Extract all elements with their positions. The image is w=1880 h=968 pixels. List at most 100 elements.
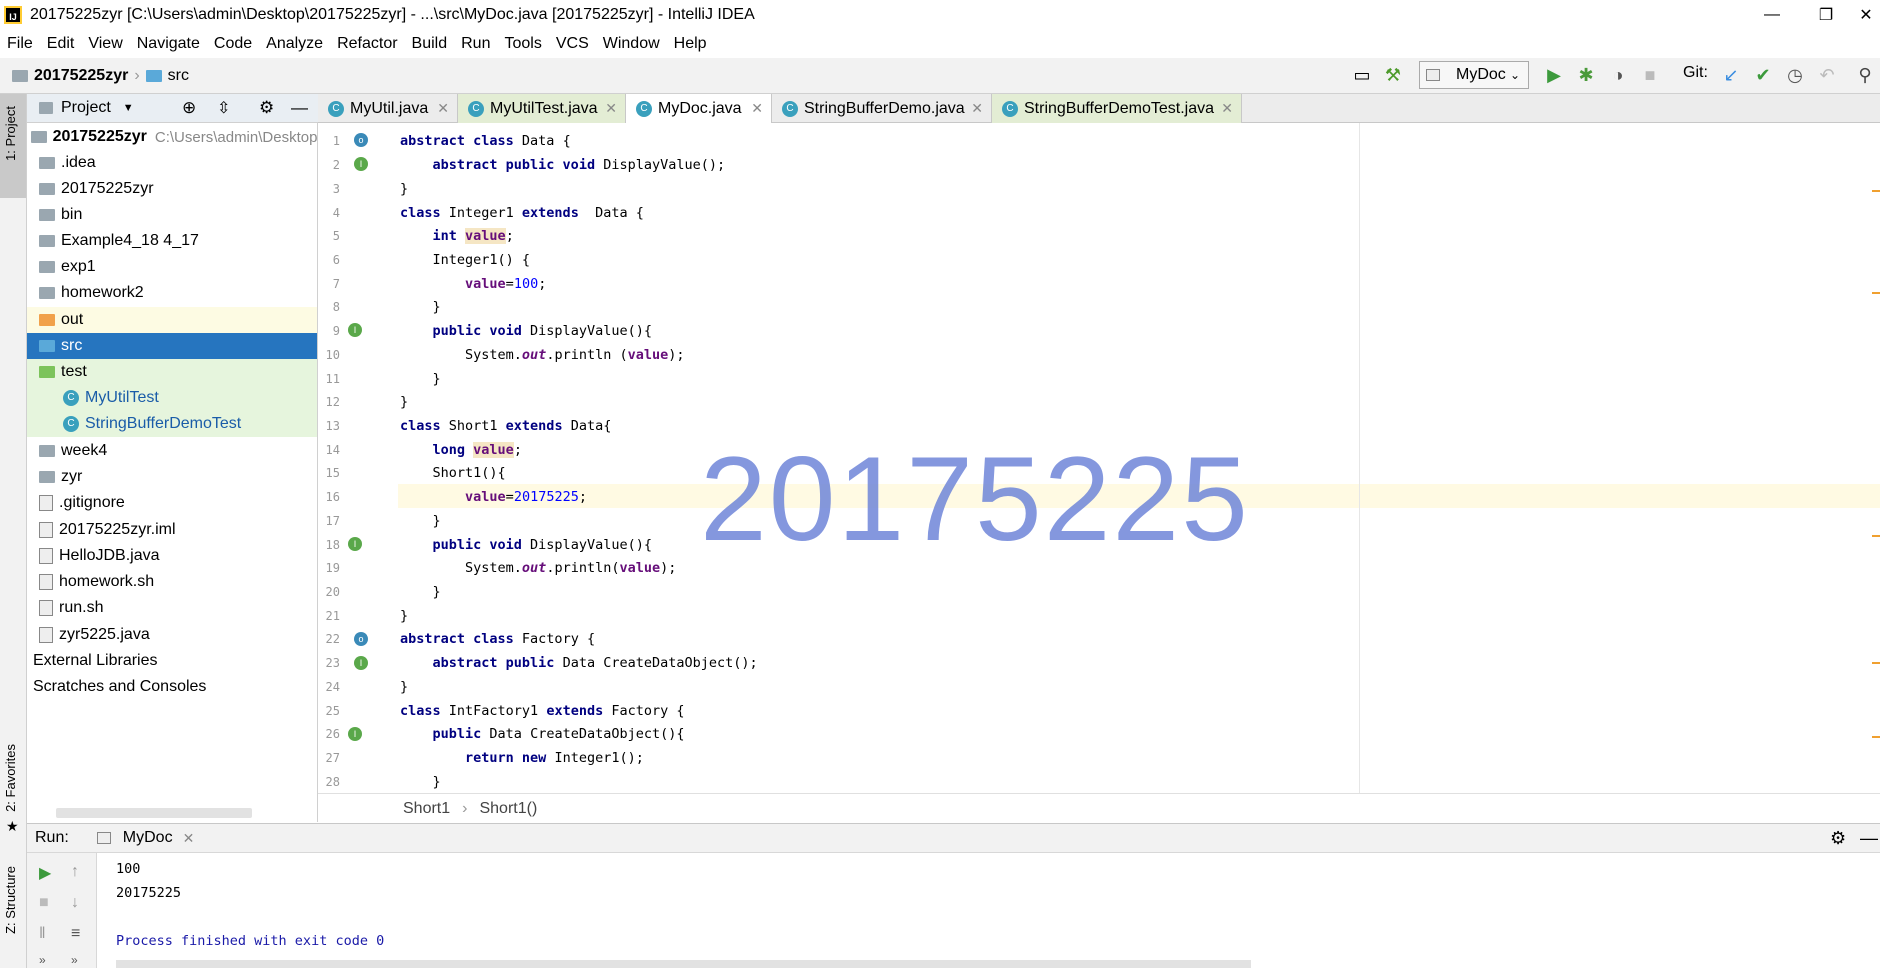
- tree-item-idea[interactable]: .idea: [27, 150, 317, 176]
- nav-folder[interactable]: src: [168, 67, 189, 85]
- tree-item-homework2[interactable]: homework2: [27, 280, 317, 306]
- tree-item-src[interactable]: src: [27, 333, 317, 359]
- rerun-icon[interactable]: ▶: [39, 863, 51, 883]
- git-commit-icon[interactable]: ✔: [1751, 63, 1775, 87]
- close-icon[interactable]: ✕: [751, 100, 763, 117]
- tree-item-zyr[interactable]: zyr: [27, 464, 317, 490]
- close-icon[interactable]: ✕: [437, 100, 449, 117]
- error-stripe-mark[interactable]: [1872, 292, 1880, 294]
- run-config-tab[interactable]: MyDoc: [123, 829, 173, 847]
- locate-icon[interactable]: ⊕: [182, 98, 196, 118]
- git-history-icon[interactable]: ◷: [1783, 63, 1807, 87]
- coverage-icon[interactable]: ◑: [1606, 63, 1630, 87]
- collapse-icon[interactable]: ⇳: [217, 98, 230, 118]
- project-panel-title[interactable]: Project: [61, 99, 111, 117]
- debug-icon[interactable]: ✱: [1574, 63, 1598, 87]
- run-config-select[interactable]: MyDoc ⌄: [1419, 61, 1529, 89]
- stop-icon[interactable]: ■: [39, 894, 49, 912]
- menu-code[interactable]: Code: [207, 35, 259, 53]
- menu-file[interactable]: File: [0, 35, 40, 53]
- minimize-button[interactable]: —: [1746, 0, 1798, 30]
- close-icon[interactable]: ✕: [605, 100, 617, 117]
- error-stripe-mark[interactable]: [1872, 736, 1880, 738]
- pause-icon[interactable]: ‖: [39, 925, 46, 943]
- tab-mydoc[interactable]: C MyDoc.java ✕: [626, 94, 772, 123]
- tree-item-stringbufferdemotest[interactable]: C StringBufferDemoTest: [27, 411, 317, 437]
- menu-build[interactable]: Build: [405, 35, 455, 53]
- menu-view[interactable]: View: [81, 35, 129, 53]
- error-stripe-mark[interactable]: [1872, 535, 1880, 537]
- tree-item-gitignore[interactable]: .gitignore: [27, 490, 317, 516]
- close-icon[interactable]: ✕: [1221, 100, 1233, 117]
- tree-item-example[interactable]: Example4_18 4_17: [27, 228, 317, 254]
- wrap-icon[interactable]: ≡: [71, 925, 80, 943]
- menu-refactor[interactable]: Refactor: [330, 35, 404, 53]
- error-stripe-mark[interactable]: [1872, 190, 1880, 192]
- tab-myutiltest[interactable]: C MyUtilTest.java ✕: [458, 94, 626, 123]
- tree-item-myutiltest[interactable]: C MyUtilTest: [27, 385, 317, 411]
- line-number: 1: [332, 134, 340, 148]
- tree-item-scratches[interactable]: Scratches and Consoles: [27, 674, 317, 700]
- tab-stringbufferdemo[interactable]: C StringBufferDemo.java ✕: [772, 94, 992, 123]
- strip-favorites-label[interactable]: 2: Favorites: [3, 744, 18, 812]
- menu-tools[interactable]: Tools: [497, 35, 548, 53]
- menu-window[interactable]: Window: [596, 35, 667, 53]
- tree-item-bin[interactable]: bin: [27, 202, 317, 228]
- tree-item-week4[interactable]: week4: [27, 438, 317, 464]
- override-icon[interactable]: I: [348, 727, 362, 741]
- gear-icon[interactable]: ⚙: [259, 98, 274, 118]
- error-stripe-mark[interactable]: [1872, 662, 1880, 664]
- menu-vcs[interactable]: VCS: [549, 35, 596, 53]
- more-icon[interactable]: »: [71, 953, 78, 967]
- restore-button[interactable]: ❐: [1800, 0, 1852, 30]
- layout-icon[interactable]: ▭: [1350, 63, 1374, 87]
- gear-icon[interactable]: ⚙: [1830, 828, 1846, 849]
- menu-help[interactable]: Help: [667, 35, 714, 53]
- tree-item-external-libraries[interactable]: External Libraries: [27, 648, 317, 674]
- strip-structure-label[interactable]: Z: Structure: [3, 866, 18, 934]
- hide-icon[interactable]: —: [291, 98, 308, 118]
- search-icon[interactable]: ⚲: [1853, 63, 1877, 87]
- close-window-button[interactable]: ✕: [1852, 0, 1880, 30]
- close-icon[interactable]: ✕: [183, 830, 195, 847]
- breadcrumb-class[interactable]: Short1: [403, 800, 450, 818]
- tab-stringbufferdemotest[interactable]: C StringBufferDemoTest.java ✕: [992, 94, 1242, 123]
- git-revert-icon[interactable]: ↶: [1815, 63, 1839, 87]
- hide-icon[interactable]: —: [1860, 828, 1878, 849]
- arrow-up-icon[interactable]: ↑: [71, 863, 79, 881]
- tree-item-iml[interactable]: 20175225zyr.iml: [27, 517, 317, 543]
- implemented-icon[interactable]: o: [354, 632, 368, 646]
- menu-analyze[interactable]: Analyze: [259, 35, 330, 53]
- project-scrollbar[interactable]: [56, 808, 252, 818]
- chevron-down-icon[interactable]: ▼: [123, 102, 134, 114]
- implemented-icon[interactable]: I: [354, 656, 368, 670]
- more-icon[interactable]: »: [39, 953, 46, 967]
- override-icon[interactable]: I: [348, 537, 362, 551]
- stop-icon[interactable]: ■: [1638, 63, 1662, 87]
- git-update-icon[interactable]: ↙: [1719, 63, 1743, 87]
- tree-item-20175225zyr[interactable]: 20175225zyr: [27, 176, 317, 202]
- implemented-icon[interactable]: I: [354, 157, 368, 171]
- breadcrumb-method[interactable]: Short1(): [479, 800, 537, 818]
- override-icon[interactable]: I: [348, 323, 362, 337]
- tree-root[interactable]: 20175225zyr C:\Users\admin\Desktop\: [27, 124, 317, 150]
- run-icon[interactable]: ▶: [1542, 63, 1566, 87]
- console-scrollbar[interactable]: [116, 960, 1251, 968]
- strip-project-label[interactable]: 1: Project: [3, 106, 18, 161]
- tree-item-zyr5225[interactable]: zyr5225.java: [27, 622, 317, 648]
- build-hammer-icon[interactable]: ⚒: [1381, 63, 1405, 87]
- menu-navigate[interactable]: Navigate: [130, 35, 207, 53]
- tree-item-hellojdb[interactable]: HelloJDB.java: [27, 543, 317, 569]
- close-icon[interactable]: ✕: [971, 100, 983, 117]
- tree-item-out[interactable]: out: [27, 307, 317, 333]
- arrow-down-icon[interactable]: ↓: [71, 894, 79, 912]
- tree-item-test[interactable]: test: [27, 359, 317, 385]
- tree-item-exp1[interactable]: exp1: [27, 254, 317, 280]
- nav-project[interactable]: 20175225zyr: [34, 67, 128, 85]
- implemented-icon[interactable]: o: [354, 133, 368, 147]
- tab-myutil[interactable]: C MyUtil.java ✕: [318, 94, 458, 123]
- tree-item-homework-sh[interactable]: homework.sh: [27, 569, 317, 595]
- menu-edit[interactable]: Edit: [40, 35, 82, 53]
- menu-run[interactable]: Run: [454, 35, 497, 53]
- tree-item-run-sh[interactable]: run.sh: [27, 595, 317, 621]
